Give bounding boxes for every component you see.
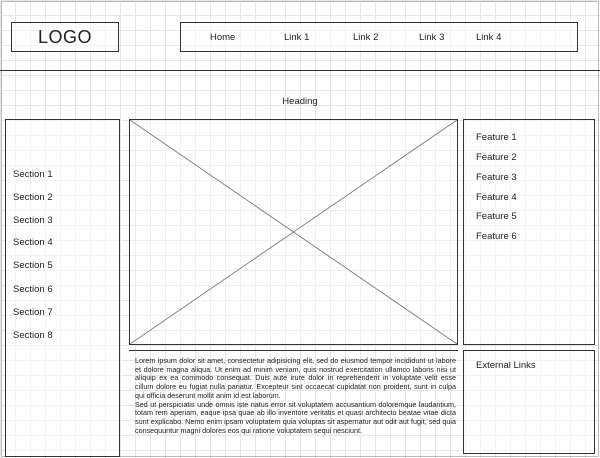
logo-box[interactable]: LOGO [11, 22, 119, 52]
feature-item-6[interactable]: Feature 6 [476, 231, 517, 242]
feature-item-5[interactable]: Feature 5 [476, 211, 517, 222]
sidebar-item-section-2[interactable]: Section 2 [13, 192, 53, 203]
page-heading: Heading [282, 96, 318, 107]
header-divider [0, 70, 600, 71]
nav-link-3[interactable]: Link 3 [419, 32, 444, 43]
nav-link-2[interactable]: Link 2 [353, 32, 378, 43]
top-nav: Home Link 1 Link 2 Link 3 Link 4 [180, 22, 578, 52]
feature-item-2[interactable]: Feature 2 [476, 152, 517, 163]
nav-link-home[interactable]: Home [210, 32, 235, 43]
left-sidebar: Section 1 Section 2 Section 3 Section 4 … [5, 119, 120, 457]
feature-item-3[interactable]: Feature 3 [476, 172, 517, 183]
sidebar-item-section-1[interactable]: Section 1 [13, 169, 53, 180]
sidebar-item-section-4[interactable]: Section 4 [13, 237, 53, 248]
image-placeholder [129, 119, 458, 345]
external-links-label[interactable]: External Links [476, 360, 536, 371]
sidebar-item-section-5[interactable]: Section 5 [13, 260, 53, 271]
external-links-panel: External Links [463, 350, 595, 454]
content-text: Lorem ipsum dolor sit amet, consectetur … [129, 350, 458, 454]
feature-item-4[interactable]: Feature 4 [476, 192, 517, 203]
sidebar-item-section-7[interactable]: Section 7 [13, 307, 53, 318]
placeholder-cross-icon [130, 120, 457, 344]
nav-link-4[interactable]: Link 4 [476, 32, 501, 43]
content-paragraph-1: Lorem ipsum dolor sit amet, consectetur … [135, 356, 456, 400]
sidebar-item-section-8[interactable]: Section 8 [13, 330, 53, 341]
feature-item-1[interactable]: Feature 1 [476, 132, 517, 143]
logo-text: LOGO [37, 26, 92, 47]
sidebar-item-section-6[interactable]: Section 6 [13, 284, 53, 295]
features-panel: Feature 1 Feature 2 Feature 3 Feature 4 … [463, 119, 595, 345]
sidebar-item-section-3[interactable]: Section 3 [13, 215, 53, 226]
content-paragraph-2: Sed ut perspiciatis unde omnis iste natu… [135, 399, 456, 435]
nav-link-1[interactable]: Link 1 [284, 32, 309, 43]
